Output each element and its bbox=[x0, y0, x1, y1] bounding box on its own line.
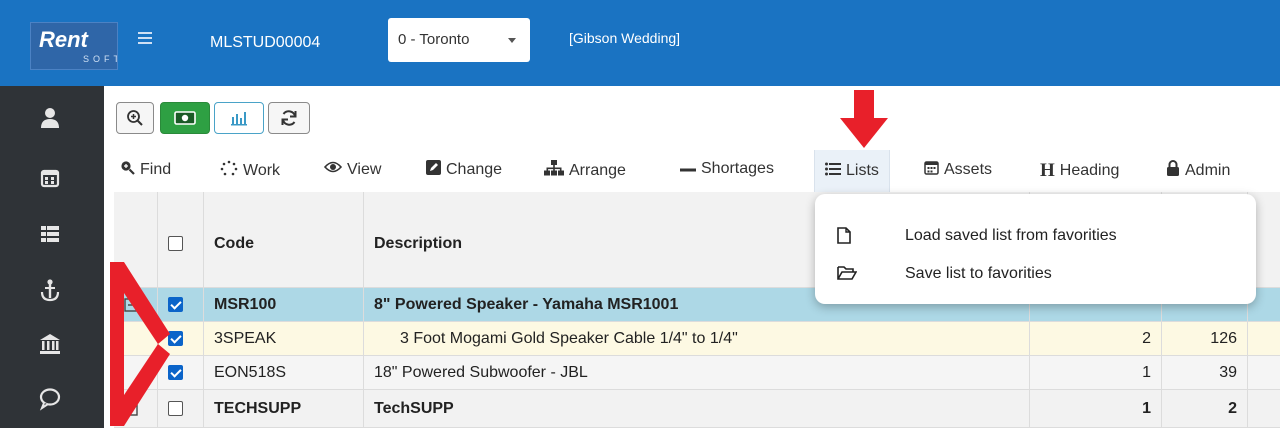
row-checkbox[interactable] bbox=[168, 401, 183, 416]
load-saved-list-label: Load saved list from favorities bbox=[905, 227, 1117, 244]
zoom-button[interactable] bbox=[116, 102, 154, 134]
table-row[interactable]: 3SPEAK 3 Foot Mogami Gold Speaker Cable … bbox=[114, 322, 1280, 356]
lock-icon bbox=[1166, 160, 1180, 181]
anchor-icon[interactable] bbox=[36, 276, 64, 304]
bar-chart-button[interactable] bbox=[214, 102, 264, 134]
list-icon[interactable] bbox=[36, 220, 64, 248]
nav-assets[interactable]: Assets bbox=[924, 160, 992, 180]
cell-code: EON518S bbox=[204, 356, 364, 389]
nav-find[interactable]: Find bbox=[120, 160, 171, 180]
zoom-icon bbox=[127, 110, 143, 126]
save-list-menu-item[interactable]: Save list to favorities bbox=[815, 256, 1256, 292]
cell-qty: 1 bbox=[1030, 356, 1162, 389]
expand-icon[interactable] bbox=[114, 288, 158, 321]
chat-icon[interactable] bbox=[36, 384, 64, 412]
cell-qty: 2 bbox=[1030, 322, 1162, 355]
top-bar: Rent SOFT MLSTUD00004 0 - Toronto [Gibso… bbox=[0, 0, 1280, 86]
money-icon bbox=[174, 111, 196, 125]
row-checkbox-cell bbox=[158, 322, 204, 355]
eye-icon bbox=[323, 160, 343, 179]
nav-view[interactable]: View bbox=[323, 160, 381, 179]
save-list-label: Save list to favorities bbox=[905, 265, 1052, 282]
calendar-icon[interactable] bbox=[36, 164, 64, 192]
zoom-icon bbox=[120, 160, 135, 180]
minus-icon bbox=[680, 160, 696, 178]
event-name[interactable]: [Gibson Wedding] bbox=[569, 30, 680, 46]
select-all-checkbox[interactable] bbox=[168, 236, 183, 251]
cell-avail: 39 bbox=[1162, 356, 1248, 389]
row-checkbox[interactable] bbox=[168, 331, 183, 346]
expand-icon[interactable] bbox=[114, 390, 158, 427]
hamburger-menu-icon[interactable] bbox=[138, 32, 152, 46]
cell-code: TECHSUPP bbox=[204, 390, 364, 427]
row-checkbox[interactable] bbox=[168, 365, 183, 380]
row-checkbox[interactable] bbox=[168, 297, 183, 312]
nav-shortages[interactable]: Shortages bbox=[680, 160, 774, 178]
sitemap-icon bbox=[544, 160, 564, 181]
cell-description: 18" Powered Subwoofer - JBL bbox=[364, 356, 1030, 389]
table-row[interactable]: EON518S 18" Powered Subwoofer - JBL 1 39 bbox=[114, 356, 1280, 390]
refresh-button[interactable] bbox=[268, 102, 310, 134]
nav-lists[interactable]: Lists bbox=[814, 150, 890, 192]
cell-qty: 1 bbox=[1030, 390, 1162, 427]
row-spacer-cell bbox=[114, 322, 158, 355]
load-saved-list-menu-item[interactable]: Load saved list from favorities bbox=[815, 218, 1256, 254]
nav-heading[interactable]: H Heading bbox=[1040, 160, 1119, 182]
folder-open-icon bbox=[837, 265, 858, 286]
logo-subtext: SOFT bbox=[83, 54, 117, 64]
nav-admin[interactable]: Admin bbox=[1166, 160, 1230, 181]
row-checkbox-cell bbox=[158, 288, 204, 321]
cell-code: 3SPEAK bbox=[204, 322, 364, 355]
app-logo[interactable]: Rent SOFT bbox=[30, 22, 118, 70]
table-row[interactable]: TECHSUPP TechSUPP 1 2 bbox=[114, 390, 1280, 428]
cell-code: MSR100 bbox=[204, 288, 364, 321]
header-checkbox-cell bbox=[158, 192, 204, 287]
bar-chart-icon bbox=[231, 112, 247, 126]
header-expand-cell bbox=[114, 192, 158, 287]
cell-description: 3 Foot Mogami Gold Speaker Cable 1/4" to… bbox=[364, 322, 1030, 355]
cell-avail: 126 bbox=[1162, 322, 1248, 355]
cell-avail: 2 bbox=[1162, 390, 1248, 427]
heading-icon: H bbox=[1040, 160, 1055, 181]
location-select[interactable]: 0 - Toronto bbox=[388, 18, 530, 62]
location-value: 0 - Toronto bbox=[398, 31, 470, 48]
bank-icon[interactable] bbox=[36, 330, 64, 358]
user-icon[interactable] bbox=[36, 104, 64, 132]
row-checkbox-cell bbox=[158, 356, 204, 389]
calendar-icon bbox=[924, 160, 939, 180]
edit-icon bbox=[426, 160, 441, 180]
action-nav: Find Work View Change Arrange Shortages … bbox=[104, 150, 1280, 192]
list-icon bbox=[825, 162, 841, 181]
row-spacer-cell bbox=[114, 356, 158, 389]
nav-arrange[interactable]: Arrange bbox=[544, 160, 626, 181]
nav-change[interactable]: Change bbox=[426, 160, 502, 180]
money-button[interactable] bbox=[160, 102, 210, 134]
sidebar bbox=[0, 86, 104, 428]
refresh-icon bbox=[281, 110, 297, 126]
cell-description: TechSUPP bbox=[364, 390, 1030, 427]
spinner-icon bbox=[220, 160, 238, 181]
file-icon bbox=[837, 227, 851, 249]
chevron-down-icon bbox=[508, 38, 516, 43]
column-header-code[interactable]: Code bbox=[204, 192, 364, 287]
row-checkbox-cell bbox=[158, 390, 204, 427]
logo-text: Rent bbox=[39, 27, 88, 52]
order-id: MLSTUD00004 bbox=[210, 34, 321, 51]
nav-work[interactable]: Work bbox=[220, 160, 280, 181]
lists-dropdown-menu: Load saved list from favorities Save lis… bbox=[815, 194, 1256, 304]
